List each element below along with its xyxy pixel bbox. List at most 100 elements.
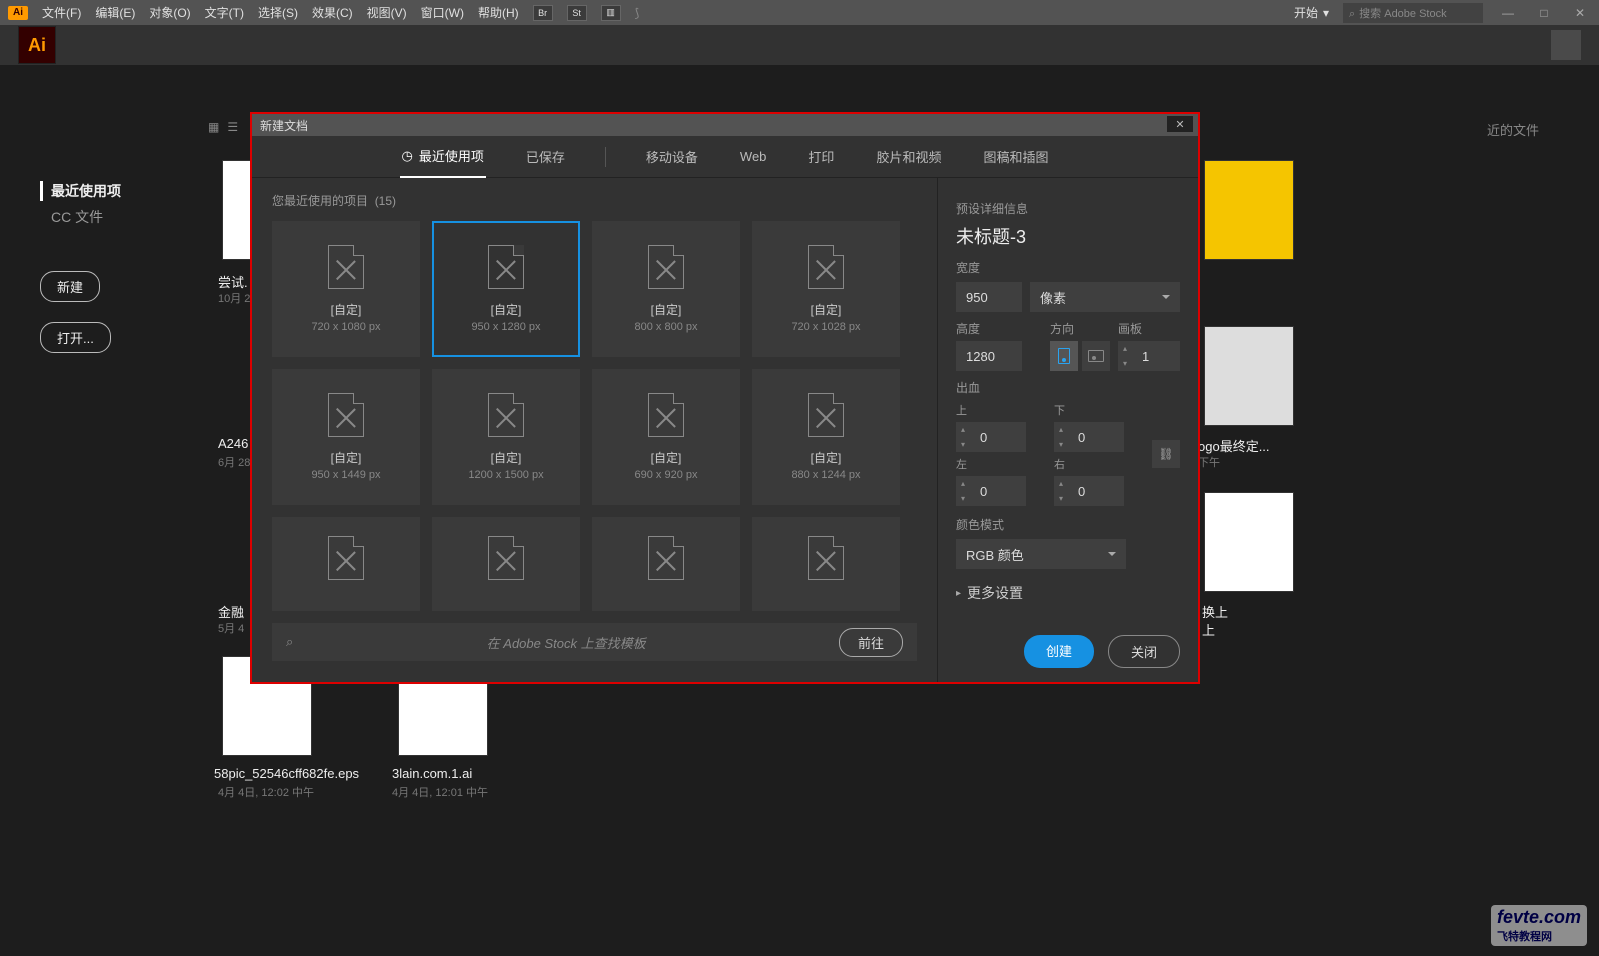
- bg-thumb-date: 下午: [1198, 454, 1220, 470]
- document-name[interactable]: 未标题-3: [956, 223, 1180, 249]
- artboard-up[interactable]: ▴: [1118, 341, 1132, 356]
- bg-thumb-name: 58pic_52546cff682fe.eps: [214, 766, 359, 781]
- adobe-stock-search[interactable]: ⌕搜索 Adobe Stock: [1343, 3, 1483, 23]
- bridge-icon[interactable]: Br: [533, 5, 553, 21]
- preset-details-label: 预设详细信息: [956, 200, 1180, 217]
- create-button[interactable]: 创建: [1024, 635, 1094, 668]
- artboard-down[interactable]: ▾: [1118, 356, 1132, 371]
- document-icon: [648, 393, 684, 437]
- watermark: fevte.com 飞特教程网: [1491, 905, 1587, 946]
- open-button[interactable]: 打开...: [40, 322, 111, 353]
- preset-name: [自定]: [811, 301, 842, 318]
- dialog-titlebar: 新建文档 ✕: [252, 114, 1198, 136]
- bg-thumb-date: 5月 4: [218, 620, 244, 636]
- tab-art[interactable]: 图稿和插图: [981, 136, 1050, 177]
- preset-card[interactable]: [自定] 720 x 1028 px: [752, 221, 900, 357]
- orientation-portrait[interactable]: [1050, 341, 1078, 371]
- bg-thumb[interactable]: [1204, 160, 1294, 260]
- sort-label[interactable]: 近的文件: [1487, 120, 1539, 139]
- artboards-input[interactable]: 1: [1132, 341, 1180, 371]
- preset-card[interactable]: [432, 517, 580, 611]
- arrange-icon[interactable]: ▥: [601, 5, 621, 21]
- ai-logo: Ai: [18, 26, 56, 64]
- list-view-icon[interactable]: ☰: [227, 120, 238, 134]
- menu-select[interactable]: 选择(S): [258, 4, 298, 21]
- nav-recent[interactable]: 最近使用项: [40, 181, 190, 201]
- close-button[interactable]: 关闭: [1108, 635, 1180, 668]
- dialog-close-button[interactable]: ✕: [1167, 116, 1193, 132]
- menu-window[interactable]: 窗口(W): [421, 4, 464, 21]
- preset-card[interactable]: [592, 517, 740, 611]
- bg-thumb-name: 金融: [218, 602, 244, 621]
- bleed-right-label: 右: [1054, 456, 1144, 472]
- preset-name: [自定]: [811, 449, 842, 466]
- ai-small-logo: Ai: [8, 6, 28, 20]
- preset-card[interactable]: [自定] 880 x 1244 px: [752, 369, 900, 505]
- window-close[interactable]: ✕: [1569, 5, 1591, 21]
- more-settings[interactable]: 更多设置: [956, 583, 1180, 603]
- tab-print[interactable]: 打印: [806, 136, 836, 177]
- width-input[interactable]: 950: [956, 282, 1022, 312]
- bg-thumb-name: 3lain.com.1.ai: [392, 766, 472, 781]
- tab-web[interactable]: Web: [738, 138, 769, 175]
- menu-effect[interactable]: 效果(C): [312, 4, 353, 21]
- spin-up[interactable]: ▴: [956, 476, 970, 491]
- spin-down[interactable]: ▾: [956, 437, 970, 452]
- preset-card[interactable]: [自定] 720 x 1080 px: [272, 221, 420, 357]
- preset-card[interactable]: [自定] 690 x 920 px: [592, 369, 740, 505]
- preset-name: [自定]: [331, 301, 362, 318]
- app-menubar: Ai 文件(F) 编辑(E) 对象(O) 文字(T) 选择(S) 效果(C) 视…: [0, 0, 1599, 25]
- menu-file[interactable]: 文件(F): [42, 4, 81, 21]
- stock-go-button[interactable]: 前往: [839, 628, 903, 657]
- document-icon: [648, 245, 684, 289]
- appbar-right-block[interactable]: [1551, 30, 1581, 60]
- unit-dropdown[interactable]: 像素: [1030, 282, 1180, 312]
- bleed-right-input[interactable]: 0: [1068, 476, 1124, 506]
- tab-recent[interactable]: ◷最近使用项: [400, 135, 486, 178]
- preset-card[interactable]: [自定] 1200 x 1500 px: [432, 369, 580, 505]
- preset-card[interactable]: [自定] 950 x 1449 px: [272, 369, 420, 505]
- bleed-bottom-input[interactable]: 0: [1068, 422, 1124, 452]
- menu-type[interactable]: 文字(T): [205, 4, 244, 21]
- bleed-bottom-label: 下: [1054, 402, 1144, 418]
- color-mode-dropdown[interactable]: RGB 颜色: [956, 539, 1126, 569]
- window-minimize[interactable]: —: [1497, 5, 1519, 21]
- bleed-left-input[interactable]: 0: [970, 476, 1026, 506]
- workspace-switcher[interactable]: 开始▾: [1294, 4, 1329, 21]
- spin-down[interactable]: ▾: [1054, 437, 1068, 452]
- stock-search-placeholder[interactable]: 在 Adobe Stock 上查找模板: [303, 633, 829, 652]
- window-maximize[interactable]: □: [1533, 5, 1555, 21]
- menu-object[interactable]: 对象(O): [149, 4, 190, 21]
- bg-thumb[interactable]: [1204, 326, 1294, 426]
- preset-card[interactable]: [272, 517, 420, 611]
- preset-card[interactable]: [自定] 950 x 1280 px: [432, 221, 580, 357]
- link-bleed-icon[interactable]: ⛓: [1152, 440, 1180, 468]
- tab-film[interactable]: 胶片和视频: [874, 136, 943, 177]
- preset-name: [自定]: [331, 449, 362, 466]
- preset-size: 690 x 920 px: [635, 469, 698, 481]
- menu-edit[interactable]: 编辑(E): [95, 4, 135, 21]
- menu-view[interactable]: 视图(V): [367, 4, 407, 21]
- preset-card[interactable]: [752, 517, 900, 611]
- new-button[interactable]: 新建: [40, 271, 100, 302]
- search-icon: ⌕: [286, 634, 293, 650]
- height-input[interactable]: 1280: [956, 341, 1022, 371]
- spin-down[interactable]: ▾: [956, 491, 970, 506]
- document-icon: [328, 245, 364, 289]
- grid-view-icon[interactable]: ▦: [208, 120, 219, 134]
- gpu-icon[interactable]: ⟆: [635, 6, 640, 20]
- nav-cc-files[interactable]: CC 文件: [40, 207, 190, 227]
- spin-up[interactable]: ▴: [1054, 476, 1068, 491]
- bg-thumb[interactable]: [1204, 492, 1294, 592]
- stock-icon[interactable]: St: [567, 5, 587, 21]
- color-mode-label: 颜色模式: [956, 516, 1180, 533]
- tab-saved[interactable]: 已保存: [524, 136, 567, 177]
- orientation-landscape[interactable]: [1082, 341, 1110, 371]
- menu-help[interactable]: 帮助(H): [478, 4, 519, 21]
- spin-up[interactable]: ▴: [1054, 422, 1068, 437]
- bleed-top-input[interactable]: 0: [970, 422, 1026, 452]
- spin-up[interactable]: ▴: [956, 422, 970, 437]
- tab-mobile[interactable]: 移动设备: [644, 136, 700, 177]
- preset-card[interactable]: [自定] 800 x 800 px: [592, 221, 740, 357]
- spin-down[interactable]: ▾: [1054, 491, 1068, 506]
